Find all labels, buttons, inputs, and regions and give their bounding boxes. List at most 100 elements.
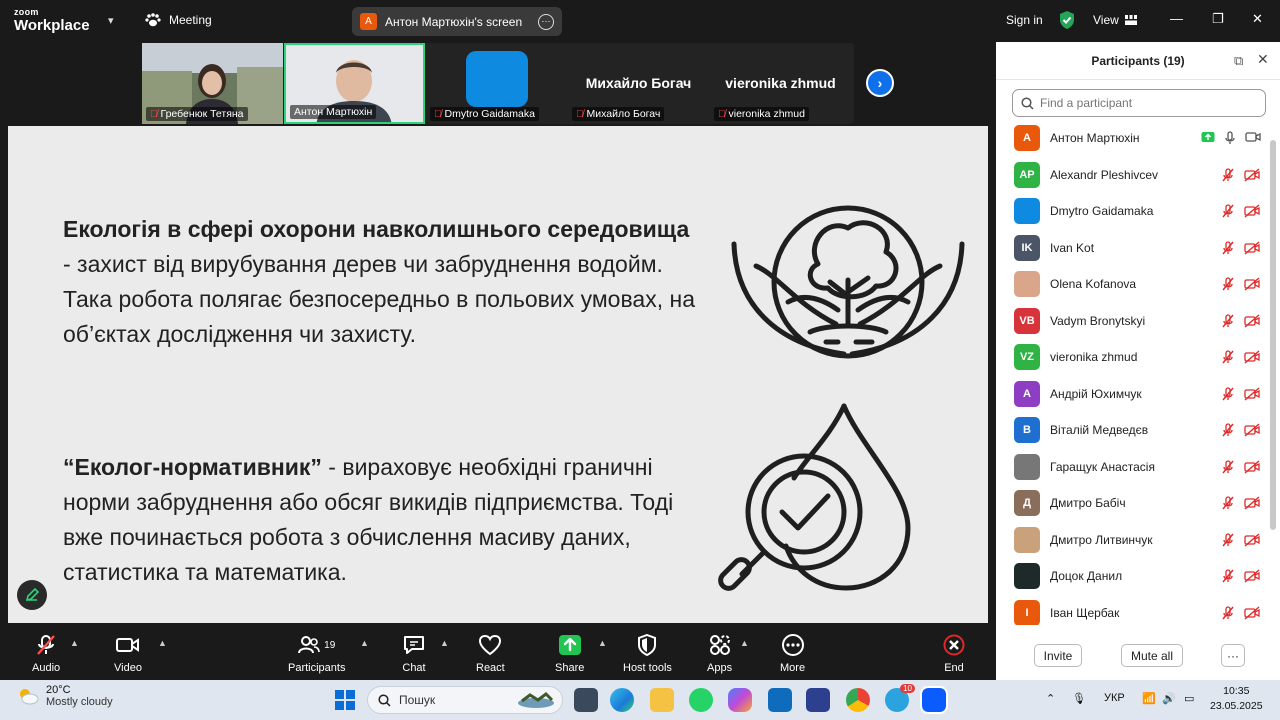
weather-widget[interactable]: 20°C Mostly cloudy — [16, 684, 113, 708]
video-button[interactable]: Video — [114, 632, 142, 674]
whatsapp-icon[interactable] — [689, 688, 713, 712]
taskbar-search[interactable]: Пошук — [367, 686, 563, 714]
shield-check-icon[interactable] — [1058, 10, 1076, 30]
video-tile-active-speaker[interactable]: Антон Мартюхін — [284, 43, 425, 124]
mic-muted-icon — [1222, 569, 1234, 583]
tile-name-label: 🎙̸ Гребенюк Тетяна — [146, 107, 248, 121]
status-icons — [1222, 350, 1260, 364]
participant-row[interactable]: І Іван Щербак — [996, 595, 1270, 625]
chevron-up-icon[interactable]: ⌃ — [1046, 692, 1055, 705]
battery-icon[interactable]: ▭ — [1184, 692, 1194, 705]
screen-share-pill[interactable]: A Антон Мартюхін's screen ··· — [352, 7, 562, 36]
slide-paragraph-1: Екологія в сфері охорони навколишнього с… — [63, 216, 695, 347]
outlook-icon[interactable] — [768, 688, 792, 712]
host-tools-button[interactable]: Host tools — [623, 632, 672, 674]
zoom-window: zoom Workplace ▾ Meeting A Антон Мартюхі… — [0, 0, 1280, 680]
participant-row[interactable]: Olena Kofanova — [996, 266, 1270, 302]
close-window-icon[interactable]: ✕ — [1252, 11, 1263, 27]
apps-button[interactable]: Apps — [707, 632, 732, 674]
participant-row[interactable]: А Андрій Юхимчук — [996, 376, 1270, 412]
participant-search[interactable] — [1012, 89, 1266, 117]
telegram-icon[interactable]: 10 — [885, 684, 915, 712]
input-language[interactable]: УКР — [1104, 692, 1125, 704]
edge-browser-icon[interactable] — [610, 688, 634, 712]
minimize-icon[interactable]: — — [1170, 11, 1183, 26]
avatar: IK — [1014, 234, 1040, 261]
task-view-icon[interactable] — [574, 688, 598, 712]
participant-row[interactable]: Д Дмитро Бабіч — [996, 485, 1270, 521]
panel-more-button[interactable]: ··· — [1221, 644, 1245, 667]
zoom-logo[interactable]: zoom Workplace — [14, 8, 90, 34]
video-off-icon — [1244, 569, 1260, 583]
audio-options-caret[interactable]: ▲ — [70, 638, 79, 648]
participants-button[interactable]: 19 Participants — [288, 632, 345, 674]
chat-button[interactable]: Chat — [402, 632, 426, 674]
video-camera-icon — [1245, 132, 1261, 142]
video-tile[interactable]: 🎙̸ Гребенюк Тетяна — [142, 43, 283, 124]
video-off-icon — [1244, 386, 1260, 401]
participant-row[interactable]: Дмитро Литвинчук — [996, 522, 1270, 558]
system-clock[interactable]: 10:35 23.05.2025 — [1210, 684, 1263, 714]
status-icons — [1222, 423, 1260, 437]
participants-count: 19 — [324, 639, 336, 651]
zoom-taskbar-icon[interactable] — [920, 686, 948, 714]
view-menu[interactable]: View — [1093, 13, 1137, 27]
more-button[interactable]: More — [780, 632, 805, 674]
participant-row[interactable]: A Антон Мартюхін — [996, 120, 1270, 156]
participant-row[interactable]: AP Alexandr Pleshivcev — [996, 157, 1270, 193]
pop-out-icon[interactable]: ⧉ — [1234, 53, 1243, 69]
chat-options-caret[interactable]: ▲ — [440, 638, 449, 648]
invite-button[interactable]: Invite — [1034, 644, 1082, 667]
mute-all-button[interactable]: Mute all — [1121, 644, 1183, 667]
video-options-caret[interactable]: ▲ — [158, 638, 167, 648]
participant-row[interactable]: Гаращук Анастасія — [996, 449, 1270, 485]
share-options-caret[interactable]: ▲ — [598, 638, 607, 648]
avatar — [1014, 198, 1040, 224]
participant-row[interactable]: Доцок Данил — [996, 558, 1270, 594]
video-off-icon — [1244, 277, 1260, 291]
participant-list-scrollbar[interactable] — [1270, 140, 1276, 530]
video-tile[interactable]: Михайло Богач 🎙̸ Михайло Богач — [568, 43, 709, 124]
share-button[interactable]: Share — [555, 632, 584, 674]
microsoft-store-icon[interactable] — [806, 688, 830, 712]
search-highlight-icon — [518, 692, 554, 708]
more-options-icon[interactable]: ··· — [538, 13, 554, 30]
avatar — [1014, 563, 1040, 589]
status-icons — [1222, 313, 1260, 328]
meeting-menu[interactable]: Meeting — [145, 13, 212, 27]
video-off-icon — [1244, 496, 1260, 510]
wifi-icon[interactable]: 📶 — [1142, 692, 1156, 705]
chevron-down-icon[interactable]: ▾ — [108, 14, 114, 27]
video-off-icon — [1244, 605, 1260, 620]
annotate-pen-button[interactable] — [17, 580, 47, 610]
participant-row[interactable]: VZ vieronika zhmud — [996, 339, 1270, 375]
next-page-arrow-icon[interactable]: › — [866, 69, 894, 97]
restore-icon[interactable]: ❐ — [1212, 11, 1224, 27]
participant-row[interactable]: В Віталій Медведєв — [996, 412, 1270, 448]
video-tile[interactable]: vieronika zhmud 🎙̸ vieronika zhmud — [710, 43, 851, 124]
search-input[interactable] — [1040, 96, 1250, 110]
water-drop-magnifier-icon — [718, 403, 911, 591]
participants-options-caret[interactable]: ▲ — [360, 638, 369, 648]
paw-icon — [145, 13, 161, 27]
audio-button[interactable]: Audio — [32, 632, 60, 674]
video-tile[interactable]: 🎙̸ Dmytro Gaidamaka — [426, 43, 567, 124]
sign-in-link[interactable]: Sign in — [1006, 13, 1043, 27]
mic-tray-icon[interactable]: 🎙 — [1072, 692, 1086, 705]
react-button[interactable]: React — [476, 632, 505, 674]
status-icons — [1201, 131, 1261, 145]
avatar: А — [1014, 380, 1040, 407]
tree-in-hands-icon — [731, 205, 965, 359]
participant-row[interactable]: IK Ivan Kot — [996, 230, 1270, 266]
chrome-icon[interactable] — [846, 688, 870, 712]
copilot-icon[interactable] — [728, 688, 752, 712]
file-explorer-icon[interactable] — [650, 688, 674, 712]
tile-display-name: vieronika zhmud — [725, 75, 836, 91]
apps-options-caret[interactable]: ▲ — [740, 638, 749, 648]
windows-start-icon[interactable] — [335, 690, 355, 710]
participant-row[interactable]: VB Vadym Bronytskyi — [996, 303, 1270, 339]
participant-row[interactable]: Dmytro Gaidamaka — [996, 193, 1270, 229]
end-meeting-button[interactable]: End — [943, 632, 965, 674]
close-icon[interactable]: ✕ — [1257, 51, 1269, 68]
volume-icon[interactable]: 🔊 — [1162, 692, 1176, 705]
